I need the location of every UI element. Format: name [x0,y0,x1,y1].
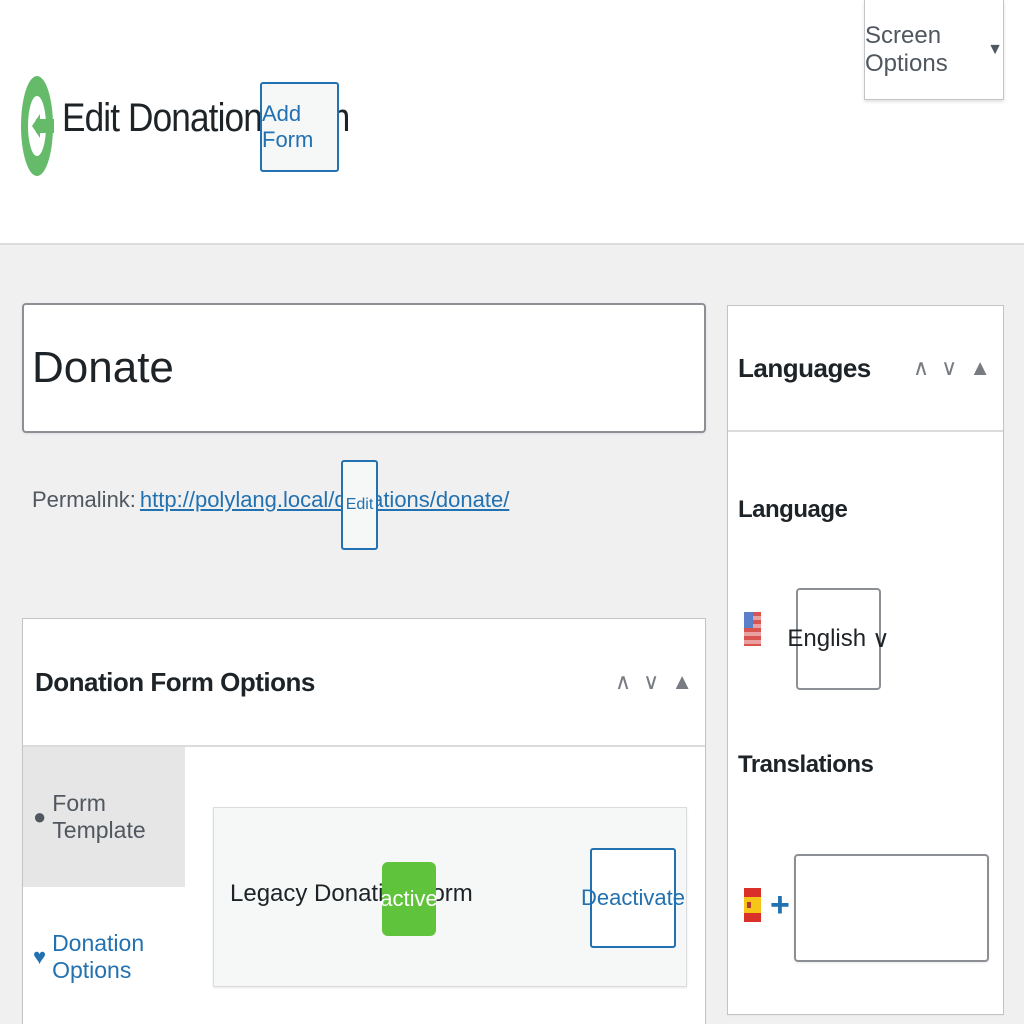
postbox-header: Donation Form Options ∧ ∨ ▲ [23,619,705,747]
postbox-title: Languages [738,352,871,383]
language-label: Language [738,496,848,523]
status-badge: active [380,862,438,936]
move-down-icon[interactable]: ∨ [941,355,957,381]
screen-options-button[interactable]: Screen Options ▼ [864,0,1004,100]
permalink-label: Permalink: [32,487,136,512]
givewp-logo-icon [21,76,54,176]
permalink-link[interactable]: http://polylang.local/donations/donate/ [140,487,509,513]
tab-label: Form Template [52,790,146,843]
post-title-input[interactable]: Donate [22,303,706,433]
languages-box: Languages ∧ ∨ ▲ Language English ∨ Trans… [727,305,1004,1015]
es-flag-icon [744,888,761,922]
palette-icon: ● [33,804,47,829]
options-tabs: ● Form Template ♥ Donation Options [23,747,185,1024]
us-flag-icon [744,612,761,646]
heart-icon: ♥ [33,944,47,969]
add-form-button[interactable]: Add Form [260,82,339,172]
chevron-down-icon: ∨ [872,625,890,653]
screen-options-label: Screen Options [865,21,948,77]
postbox-controls: ∧ ∨ ▲ [913,355,1003,381]
deactivate-button[interactable]: Deactivate [581,848,685,948]
tab-form-template[interactable]: ● Form Template [23,747,185,887]
postbox-title: Donation Form Options [35,666,315,697]
postbox-controls: ∧ ∨ ▲ [615,669,705,695]
donation-form-options-box: Donation Form Options ∧ ∨ ▲ ● Form Templ… [22,618,706,1024]
template-card: Legacy Donation Form active Deactivate [213,807,687,987]
caret-down-icon: ▼ [987,40,1003,58]
permalink: Permalink: http://polylang.local/donatio… [32,487,509,513]
language-select[interactable]: English ∨ [787,588,890,690]
page-header: Screen Options ▼ Edit Donation Form Add … [0,0,1024,245]
edit-permalink-button[interactable]: Edit [341,460,378,550]
tab-label: Donation Options [52,930,145,983]
move-up-icon[interactable]: ∧ [615,669,631,695]
postbox-header: Languages ∧ ∨ ▲ [728,306,1003,432]
add-translation-icon[interactable]: + [770,886,790,925]
move-up-icon[interactable]: ∧ [913,355,929,381]
tab-donation-options[interactable]: ♥ Donation Options [23,887,185,1024]
selected-language: English [787,625,867,652]
translation-input[interactable] [794,854,989,962]
toggle-panel-icon[interactable]: ▲ [671,669,693,695]
translations-label: Translations [738,751,874,778]
toggle-panel-icon[interactable]: ▲ [969,355,991,381]
move-down-icon[interactable]: ∨ [643,669,659,695]
